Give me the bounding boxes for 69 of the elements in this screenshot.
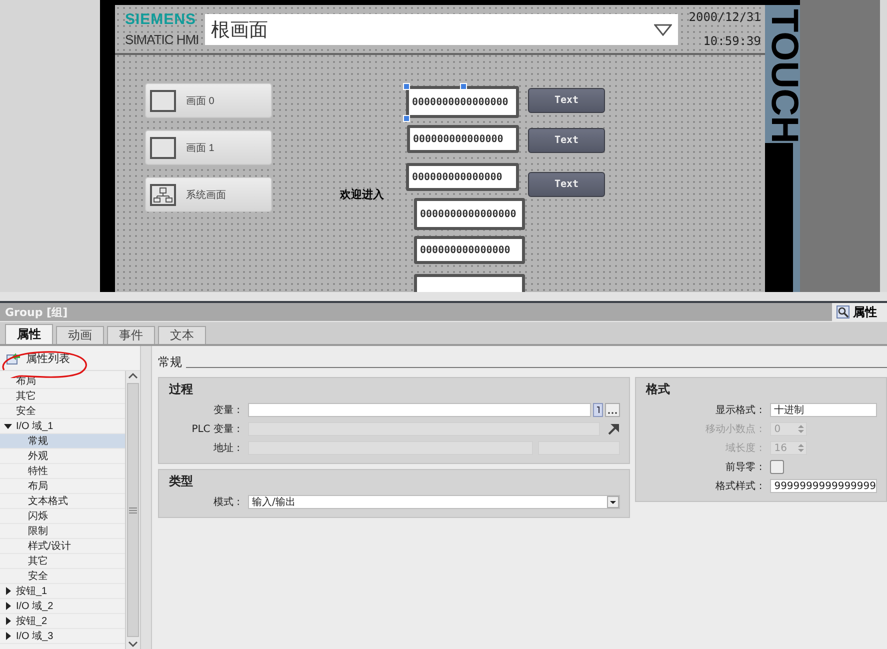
collapsed-arrow-icon[interactable] <box>4 632 12 640</box>
screen-button[interactable]: 画面 0 <box>145 83 272 118</box>
tree-item[interactable]: 常规 <box>0 434 125 449</box>
field-label: 移动小数点 : <box>704 422 762 436</box>
io-field[interactable]: 000000000000000 <box>406 163 519 191</box>
tree-item[interactable]: 按钮_1 <box>0 584 125 599</box>
time-text: 10:59:39 <box>703 34 761 48</box>
mode-dropdown[interactable]: 输入/输出 <box>248 495 620 509</box>
io-field[interactable]: 000000000000000 <box>407 125 519 153</box>
text-button[interactable]: Text <box>528 128 605 153</box>
group-title: 类型 <box>169 473 194 490</box>
collapsed-arrow-icon[interactable] <box>4 587 12 595</box>
screen-button[interactable]: 系统画面 <box>145 177 272 212</box>
property-list-button[interactable]: 属性列表 <box>26 350 70 366</box>
dropdown-triangle-icon <box>654 24 672 36</box>
screen-button[interactable]: 画面 1 <box>145 130 272 165</box>
io-field[interactable]: 000000000000000 <box>414 236 525 264</box>
welcome-text: 欢迎进入 <box>340 187 384 202</box>
blank-screen-icon <box>150 136 176 158</box>
collapsed-arrow-icon[interactable] <box>4 617 12 625</box>
field-label: PLC 变量 : <box>190 422 240 436</box>
group-title: 格式 <box>646 381 672 398</box>
tree-item[interactable]: I/O 域_2 <box>0 599 125 614</box>
field-label: 显示格式 : <box>714 404 762 417</box>
property-list-icon <box>6 351 21 365</box>
magnifier-icon <box>836 305 850 319</box>
tree-item[interactable]: 按钮_2 <box>0 614 125 629</box>
properties-view-tab[interactable]: 属性 <box>832 303 887 321</box>
field-label: 前导零 : <box>724 461 762 474</box>
format-field[interactable]: 9999999999999999 <box>770 479 877 493</box>
scroll-down-icon[interactable] <box>128 639 138 649</box>
tab[interactable]: 动画 <box>56 326 104 344</box>
browse-button[interactable] <box>605 403 620 417</box>
scrollbar[interactable] <box>125 371 140 649</box>
network-screen-icon <box>150 184 176 206</box>
selection-handle[interactable] <box>403 83 410 90</box>
diagonal-arrow-icon[interactable] <box>608 423 620 435</box>
dropdown-caret-icon[interactable] <box>607 496 620 508</box>
field-label: 模式 : <box>212 496 240 509</box>
checkbox[interactable] <box>770 460 784 474</box>
selection-handle[interactable] <box>460 83 466 90</box>
group-title: 过程 <box>169 381 194 398</box>
panel-title: Group [组] <box>4 304 68 320</box>
tag-icon[interactable] <box>593 403 604 417</box>
field-label: 地址 : <box>212 442 240 455</box>
field-label: 变量 : <box>212 404 240 417</box>
tab[interactable]: 事件 <box>107 326 155 344</box>
section-title: 常规 <box>158 354 182 371</box>
tree-item[interactable]: I/O 域_3 <box>0 629 125 644</box>
io-field[interactable]: 0000000000000000 <box>414 198 525 230</box>
io-field[interactable]: 0000000000000000 <box>406 86 519 118</box>
tab[interactable]: 文本 <box>158 326 206 344</box>
format-field[interactable]: 十进制 <box>770 403 877 417</box>
product-name: SIMATIC HMI <box>125 32 199 47</box>
grip-icon <box>129 506 137 514</box>
blank-screen-icon <box>150 90 176 112</box>
date-text: 2000/12/31 <box>688 10 761 24</box>
screen-title-field: 根画面 <box>205 14 678 45</box>
scroll-up-icon[interactable] <box>128 371 138 381</box>
text-button[interactable]: Text <box>528 172 605 197</box>
collapsed-arrow-icon[interactable] <box>4 602 12 610</box>
logo: SIEMENS <box>125 11 196 28</box>
selection-handle[interactable] <box>403 115 410 122</box>
expanded-arrow-icon[interactable] <box>4 422 12 430</box>
field-label: 域长度 : <box>724 442 762 455</box>
tab[interactable]: 属性 <box>5 324 53 344</box>
field-label: 格式样式 : <box>714 480 762 493</box>
text-button[interactable]: Text <box>528 88 605 113</box>
tag-field[interactable] <box>248 403 592 417</box>
